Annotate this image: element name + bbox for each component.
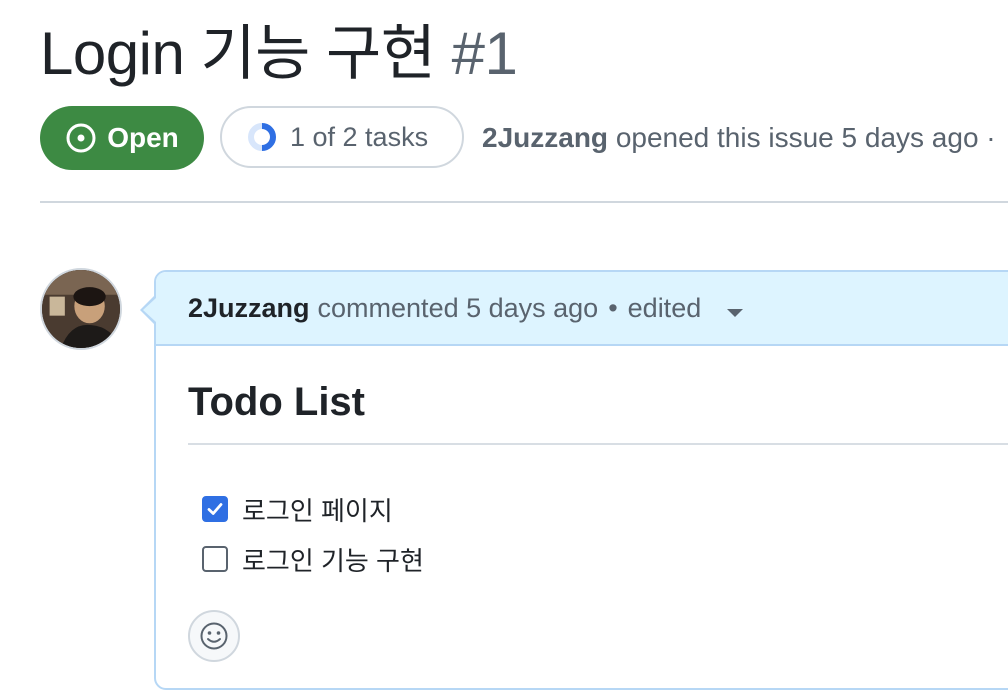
task-progress-icon bbox=[248, 123, 276, 151]
task-label: 로그인 기능 구현 bbox=[242, 545, 424, 576]
header-divider bbox=[40, 201, 1008, 203]
task-checkbox-checked[interactable] bbox=[202, 496, 228, 522]
status-badge: Open bbox=[40, 106, 204, 170]
tasks-progress-button[interactable]: 1 of 2 tasks bbox=[220, 106, 464, 168]
smiley-icon bbox=[200, 622, 228, 650]
task-checkbox-unchecked[interactable] bbox=[202, 546, 228, 572]
issue-title-text: Login 기능 구현 bbox=[40, 20, 436, 87]
edited-dropdown[interactable]: edited bbox=[628, 293, 743, 324]
task-list-item: 로그인 기능 구현 bbox=[202, 534, 424, 584]
task-label: 로그인 페이지 bbox=[242, 495, 393, 526]
triangle-down-icon bbox=[726, 308, 743, 317]
issue-opened-icon bbox=[66, 123, 96, 153]
add-reaction-button[interactable] bbox=[188, 610, 240, 662]
comment-timestamp[interactable]: commented 5 days ago bbox=[318, 293, 599, 324]
issue-meta: Open 1 of 2 tasks 2Juzzang opened this i… bbox=[40, 106, 1008, 170]
comment-author-link[interactable]: 2Juzzang bbox=[188, 293, 310, 324]
issue-opened-text: opened this issue 5 days ago · bbox=[615, 122, 996, 153]
task-list-item: 로그인 페이지 bbox=[202, 484, 424, 534]
comment-header: 2Juzzang commented 5 days ago • edited bbox=[156, 272, 1008, 346]
comment-box: 2Juzzang commented 5 days ago • edited T… bbox=[154, 270, 1008, 690]
comment-heading: Todo List bbox=[188, 380, 365, 424]
issue-opened-info: 2Juzzang opened this issue 5 days ago · bbox=[482, 106, 996, 170]
task-list: 로그인 페이지 로그인 기능 구현 bbox=[202, 484, 424, 584]
user-avatar bbox=[42, 270, 120, 348]
comment-pointer-fill bbox=[143, 298, 156, 322]
issue-author-link[interactable]: 2Juzzang bbox=[482, 122, 608, 153]
comment-separator: • bbox=[608, 292, 618, 323]
avatar[interactable] bbox=[40, 268, 122, 350]
tasks-progress-label: 1 of 2 tasks bbox=[290, 121, 429, 152]
heading-rule bbox=[188, 443, 1008, 445]
issue-title: Login 기능 구현 #1 bbox=[40, 18, 518, 90]
issue-number: #1 bbox=[451, 20, 518, 87]
edited-label: edited bbox=[627, 292, 702, 323]
check-icon bbox=[207, 503, 223, 515]
status-badge-label: Open bbox=[107, 122, 179, 153]
